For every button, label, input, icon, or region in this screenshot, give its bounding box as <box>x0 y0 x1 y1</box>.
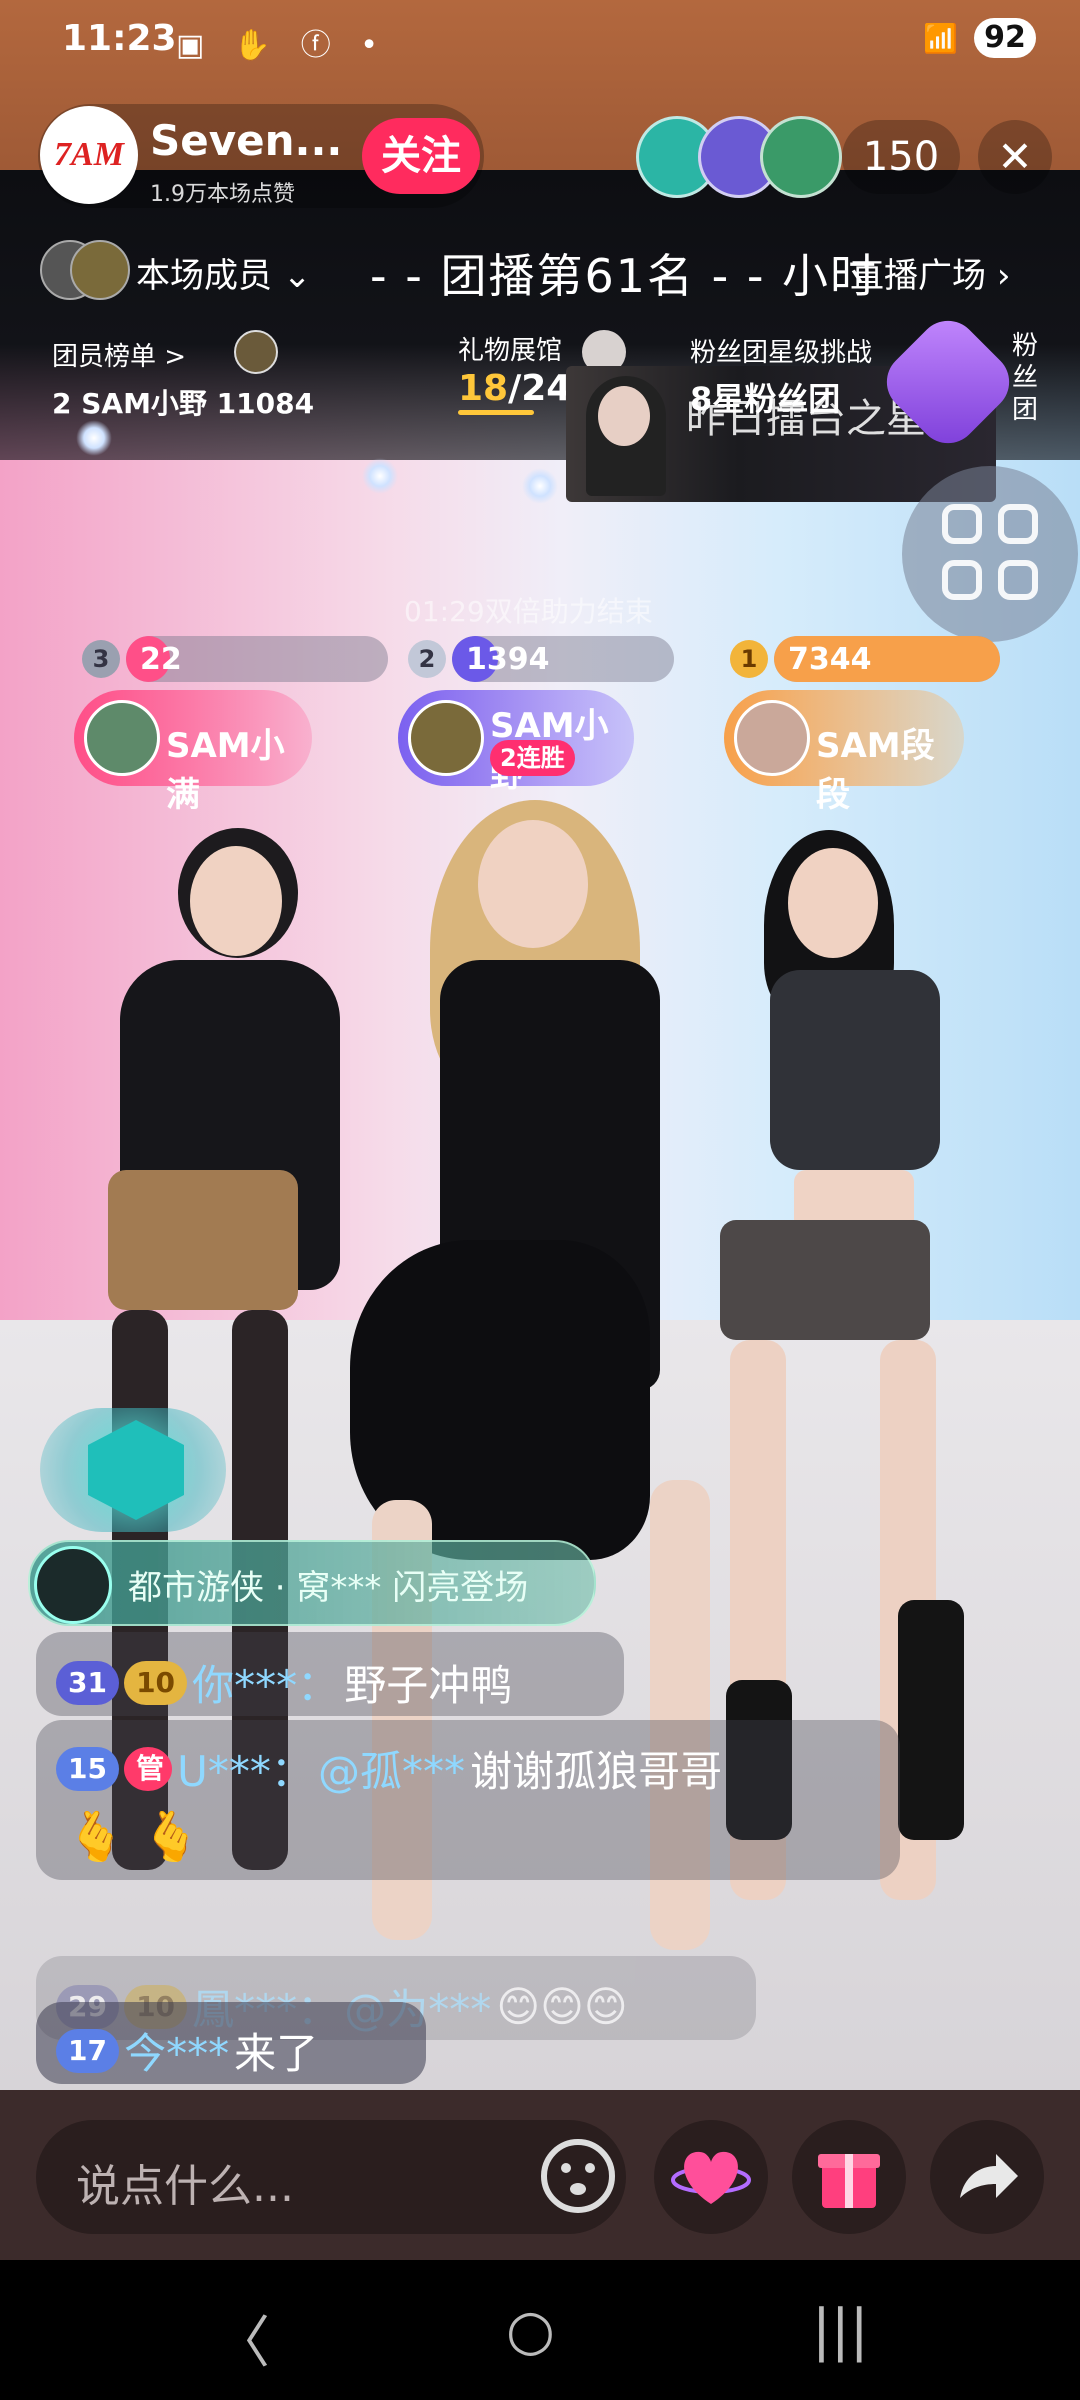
battery-indicator: 92 <box>974 18 1036 58</box>
recents-icon[interactable]: ||| <box>812 2298 869 2363</box>
chat-username[interactable]: 今*** <box>124 2029 229 2078</box>
emoji-icon[interactable] <box>536 2134 620 2218</box>
chat-text: 来了 <box>234 2029 319 2078</box>
gift-button[interactable] <box>792 2120 906 2234</box>
stage-light <box>522 468 558 504</box>
entry-text: 都市游侠 · 窝*** 闪亮登场 <box>128 1568 529 1608</box>
gift-progress-bar <box>458 410 534 415</box>
rank-badge: 1 <box>730 640 768 678</box>
gift-hall-label[interactable]: 礼物展馆 <box>458 330 562 367</box>
chat-text: 谢谢孤狼哥哥 <box>470 1747 723 1796</box>
share-button[interactable] <box>930 2120 1044 2234</box>
chat-message[interactable]: 15 管 U***： @孤*** 谢谢孤狼哥哥 🫰 🫰 <box>36 1720 900 1880</box>
gift-icon <box>818 2154 880 2208</box>
entry-avatar <box>34 1546 112 1624</box>
stage-light <box>362 458 398 494</box>
double-boost-timer: 01:29双倍助力结束 <box>404 595 653 628</box>
score-bar: 22 <box>126 636 388 682</box>
host-name[interactable]: Seven... <box>150 116 342 165</box>
host-avatar[interactable]: 7AM <box>40 106 138 204</box>
fan-club-vertical-label[interactable]: 粉 丝 团 <box>1010 330 1040 426</box>
fan-challenge-value: 8星粉丝团 <box>690 380 841 418</box>
host-likes: 1.9万本场点赞 <box>150 182 295 207</box>
chat-text: 野子冲鸭 <box>344 1661 513 1710</box>
viewer-avatar[interactable] <box>760 116 842 198</box>
comment-input[interactable]: 说点什么... <box>36 2120 626 2234</box>
admin-badge: 管 <box>124 1746 173 1791</box>
live-plaza-link[interactable]: 直播广场 › <box>850 248 1010 297</box>
member-avatar <box>734 700 810 776</box>
score-bar: 7344 <box>774 636 1000 682</box>
share-arrow-icon <box>960 2154 1018 2198</box>
top-viewer-avatars[interactable] <box>636 116 846 198</box>
user-level-badge: 31 <box>56 1660 119 1705</box>
stage-light <box>76 420 112 456</box>
rank-badge: 3 <box>82 640 120 678</box>
member-name: SAM小满 <box>166 726 285 815</box>
notification-icons: ▣ ✋ ⓕ • <box>176 28 389 63</box>
chat-username[interactable]: 你***： <box>192 1661 339 1710</box>
fan-challenge-label[interactable]: 粉丝团星级挑战 <box>690 332 872 369</box>
pk-member-xiaoman[interactable]: SAM小满 <box>74 690 312 815</box>
score-value: 22 <box>140 642 182 677</box>
follow-button[interactable]: 关注 <box>362 118 480 194</box>
chat-message[interactable]: 17 今*** 来了 <box>36 2002 426 2084</box>
viewer-count[interactable]: 150 <box>842 120 960 194</box>
score-bar: 1394 <box>452 636 674 682</box>
pk-member-xiaoye[interactable]: SAM小野 2连胜 <box>398 690 634 795</box>
user-level-badge: 15 <box>56 1746 119 1791</box>
group-rank-text[interactable]: - - 团播第61名 - - 小时 <box>370 240 878 306</box>
rank-badge: 2 <box>408 640 446 678</box>
grid-icon <box>942 504 1042 604</box>
win-streak-badge: 2连胜 <box>490 740 575 776</box>
status-bar: 11:23 ▣ ✋ ⓕ • 📶 92 <box>0 0 1080 80</box>
member-avatar[interactable] <box>70 240 130 300</box>
wifi-signal-icon: 📶 <box>923 22 958 55</box>
like-heart-button[interactable] <box>654 2120 768 2234</box>
chat-mention[interactable]: @孤*** <box>318 1747 465 1796</box>
input-bar: 说点什么... <box>0 2090 1080 2260</box>
home-icon[interactable]: ○ <box>506 2298 555 2363</box>
back-icon[interactable]: 〈 <box>214 2298 270 2379</box>
chat-message[interactable]: 31 10 你***： 野子冲鸭 <box>36 1632 624 1716</box>
system-nav-bar: 〈 ○ ||| <box>0 2260 1080 2400</box>
member-avatar <box>408 700 484 776</box>
heart-icon <box>671 2151 751 2204</box>
members-row: 本场成员 ⌄ - - 团播第61名 - - 小时 直播广场 › <box>40 238 1050 303</box>
close-icon[interactable]: ✕ <box>978 120 1052 194</box>
member-name: SAM段段 <box>816 726 935 815</box>
more-menu-button[interactable] <box>902 466 1078 642</box>
entry-announcement: 都市游侠 · 窝*** 闪亮登场 <box>28 1540 596 1626</box>
score-value: 7344 <box>788 642 872 677</box>
chat-emoji: 🫰 🫰 <box>66 1809 201 1865</box>
status-time: 11:23 <box>62 18 177 59</box>
gift-hall-progress: 18/24 <box>458 368 572 409</box>
pk-member-duanduan[interactable]: SAM段段 <box>724 690 964 815</box>
chat-text: 😊😊😊 <box>496 1982 628 2031</box>
chevron-right-icon: › <box>996 256 1011 296</box>
member-avatar <box>84 700 160 776</box>
score-value: 1394 <box>466 642 550 677</box>
activity-badge[interactable] <box>40 1408 226 1532</box>
fan-level-badge: 10 <box>124 1660 188 1705</box>
roster-label[interactable]: 团员榜单 > <box>52 336 186 373</box>
chat-username[interactable]: U***： <box>177 1747 313 1796</box>
user-level-badge: 17 <box>56 2028 119 2073</box>
comment-placeholder: 说点什么... <box>76 2161 294 2212</box>
roster-value: 2 SAM小野 11084 <box>52 387 315 420</box>
chevron-down-icon: ⌄ <box>282 256 312 296</box>
members-dropdown[interactable]: 本场成员 ⌄ <box>136 248 311 297</box>
roster-avatar[interactable] <box>234 330 278 374</box>
hexagon-icon <box>88 1420 184 1520</box>
